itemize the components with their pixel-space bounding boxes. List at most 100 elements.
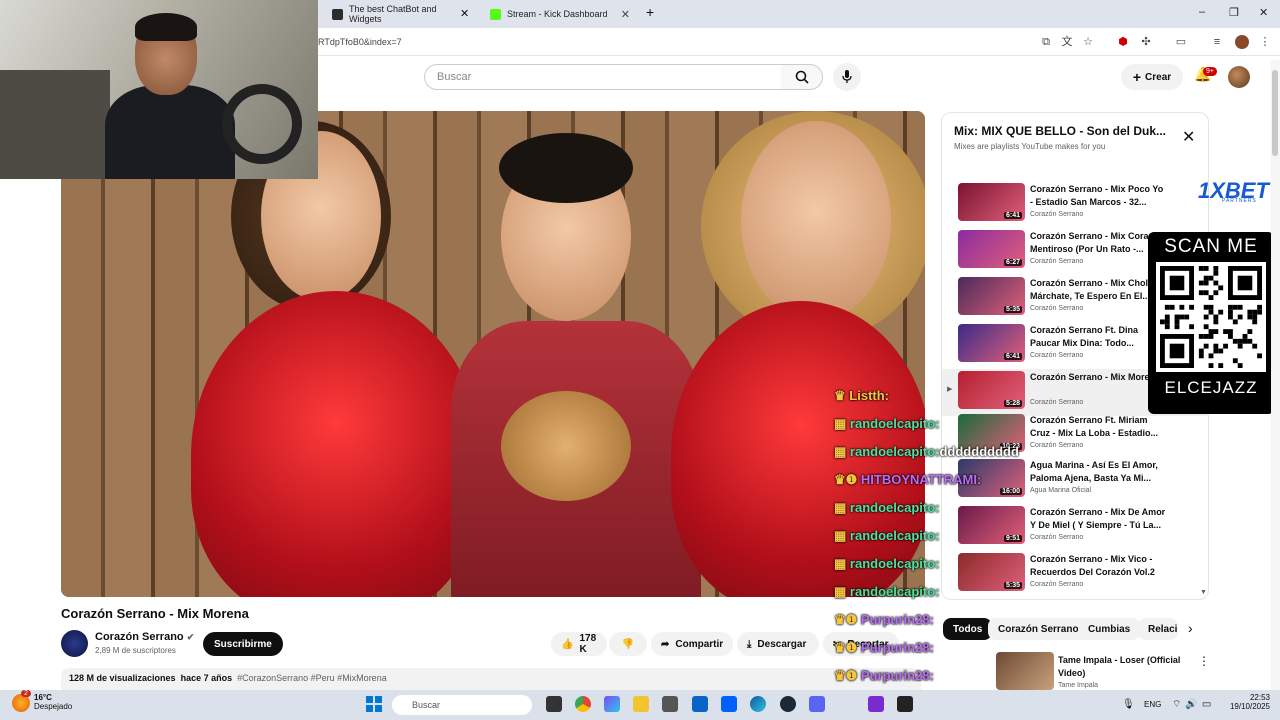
playlist-thumbnail[interactable]: 9:51: [958, 506, 1025, 544]
mix-title[interactable]: Mix: MIX QUE BELLO - Son del Duk...: [954, 124, 1174, 138]
app-icon[interactable]: [868, 696, 884, 712]
chip-related[interactable]: Relaci: [1138, 618, 1178, 640]
taskbar-search-input[interactable]: Buscar: [392, 695, 532, 715]
chat-message: ▦ randoelcapito:dddddddddd: [834, 444, 1019, 460]
close-window-button[interactable]: ✕: [1259, 6, 1268, 19]
chat-username: Purpurin28:: [860, 668, 934, 683]
playlist-thumbnail[interactable]: 6:41: [958, 324, 1025, 362]
close-tab-icon[interactable]: ✕: [621, 8, 630, 21]
playlist-item-title[interactable]: Corazón Serrano Ft. Miriam Cruz - Mix La…: [1030, 414, 1168, 440]
close-tab-icon[interactable]: ✕: [460, 7, 469, 20]
create-button[interactable]: + Crear: [1121, 64, 1183, 90]
windows-start-icon[interactable]: [366, 696, 382, 712]
steam-icon[interactable]: [780, 696, 796, 712]
playlist-thumbnail[interactable]: 5:35: [958, 553, 1025, 591]
playlist-item[interactable]: 16:00 Agua Marina - Así Es El Amor, Palom…: [942, 457, 1208, 504]
edge-icon[interactable]: [750, 696, 766, 712]
file-explorer-icon[interactable]: [633, 696, 649, 712]
voice-search-button[interactable]: [833, 63, 861, 91]
store-icon[interactable]: [662, 696, 678, 712]
scroll-down-icon[interactable]: ▼: [1200, 589, 1207, 596]
chevron-right-icon[interactable]: ›: [1188, 620, 1193, 636]
video-title: Corazón Serrano - Mix Morena: [61, 606, 249, 621]
weather-temp: 16°C: [34, 693, 52, 702]
notification-count-badge: 9+: [1203, 67, 1217, 76]
profile-avatar-icon[interactable]: [1235, 35, 1249, 49]
microphone-icon: [842, 70, 852, 83]
playlist-item-channel: Corazón Serrano: [1030, 352, 1084, 359]
channel-name[interactable]: Corazón Serrano ✔: [95, 631, 194, 643]
obs-icon[interactable]: [897, 696, 913, 712]
microphone-tray-icon[interactable]: 🎙: [1122, 699, 1135, 710]
browser-tab-chatbot[interactable]: The best ChatBot and Widgets: [322, 2, 476, 26]
search-button[interactable]: [781, 64, 823, 90]
chip-corazon-serrano[interactable]: Corazón Serrano: [988, 618, 1089, 640]
url-field[interactable]: RTdpTfoB0&index=7: [318, 37, 402, 47]
copilot-icon[interactable]: [604, 696, 620, 712]
playlist-item-title[interactable]: Corazón Serrano - Mix Poco Yo - Estadio …: [1030, 183, 1168, 209]
account-avatar[interactable]: [1228, 66, 1250, 88]
description-box[interactable]: 128 M de visualizaciones hace 7 años #Co…: [61, 668, 921, 690]
chat-username: HITBOYNATTRAMI:: [860, 472, 982, 487]
new-tab-button[interactable]: +: [646, 4, 654, 20]
browser-menu-icon[interactable]: ⋮: [1258, 35, 1272, 49]
chat-username: randoelcapito:: [849, 528, 940, 543]
more-options-icon[interactable]: ⋮: [1198, 654, 1210, 668]
wifi-volume-battery-icon[interactable]: ⌔🔊▭: [1172, 698, 1215, 711]
streamer: [105, 13, 235, 179]
media-control-icon[interactable]: ≡: [1210, 35, 1224, 49]
discord-icon[interactable]: [809, 696, 825, 712]
dropbox-icon[interactable]: [721, 696, 737, 712]
playlist-item-channel: Corazón Serrano: [1030, 211, 1084, 218]
like-count: 178 K: [579, 633, 597, 655]
playlist-item[interactable]: 6:41 Corazón Serrano - Mix Poco Yo - Esta…: [942, 181, 1208, 228]
system-clock[interactable]: 22:53 19/10/2025: [1226, 693, 1270, 711]
subscribe-button[interactable]: Suscribirme: [203, 632, 283, 656]
bookmark-star-icon[interactable]: ☆: [1081, 35, 1095, 49]
playlist-item-title[interactable]: Agua Marina - Así Es El Amor, Paloma Aje…: [1030, 459, 1168, 485]
download-icon: ⤓: [747, 638, 752, 650]
tab-search-icon[interactable]: ▭: [1174, 35, 1188, 49]
video-duration: 9:51: [1003, 535, 1022, 542]
verified-icon: ✔: [186, 632, 195, 642]
dislike-button[interactable]: 👎: [609, 632, 647, 656]
close-playlist-icon[interactable]: ✕: [1182, 127, 1195, 147]
chip-all[interactable]: Todos: [943, 618, 993, 640]
playlist-item-title[interactable]: Corazón Serrano - Mix Vico - Recuerdos D…: [1030, 553, 1168, 579]
minimize-button[interactable]: –: [1199, 6, 1205, 18]
download-button[interactable]: ⤓ Descargar: [737, 632, 819, 656]
share-button[interactable]: ➦ Compartir: [651, 632, 733, 656]
background-bed: [0, 70, 110, 179]
channel-avatar[interactable]: [61, 630, 88, 657]
language-indicator[interactable]: ENG: [1144, 700, 1161, 709]
extension-adblock-icon[interactable]: ⬢: [1116, 35, 1130, 49]
playlist-item-title[interactable]: Corazón Serrano - Mix De Amor Y De Miel …: [1030, 506, 1168, 532]
like-button[interactable]: 👍 178 K: [551, 632, 607, 656]
scrollbar-thumb[interactable]: [1272, 70, 1278, 156]
recommended-thumbnail[interactable]: [996, 652, 1054, 690]
recommended-title[interactable]: Tame Impala - Loser (Official Video): [1058, 654, 1198, 680]
browser-tab-kick[interactable]: Stream - Kick Dashboard ✕: [480, 2, 640, 26]
hashtags[interactable]: #CorazonSerrano #Peru #MixMorena: [237, 673, 387, 683]
translate-icon[interactable]: 文: [1060, 35, 1074, 49]
playlist-thumbnail[interactable]: 5:28: [958, 371, 1025, 409]
playlist-thumbnail[interactable]: 6:41: [958, 183, 1025, 221]
recommended-channel: Tame Impala: [1058, 682, 1099, 689]
playlist-thumbnail[interactable]: 5:35: [958, 277, 1025, 315]
task-view-icon[interactable]: [546, 696, 562, 712]
maximize-button[interactable]: ❐: [1229, 6, 1239, 19]
playlist-item[interactable]: 9:51 Corazón Serrano - Mix De Amor Y De M…: [942, 504, 1208, 551]
cast-icon[interactable]: ⧉: [1039, 35, 1053, 49]
video-player[interactable]: [61, 111, 925, 597]
playlist-thumbnail[interactable]: 6:27: [958, 230, 1025, 268]
search-input[interactable]: Buscar: [424, 64, 782, 90]
chrome-icon[interactable]: [575, 696, 591, 712]
weather-widget[interactable]: 16°C Despejado: [34, 693, 72, 711]
guitarist-hair: [499, 133, 633, 203]
chip-cumbias[interactable]: Cumbias: [1078, 618, 1141, 640]
extensions-icon[interactable]: ✣: [1139, 35, 1153, 49]
playlist-item[interactable]: 5:35 Corazón Serrano - Mix Vico - Recuerd…: [942, 551, 1208, 598]
outlook-icon[interactable]: [692, 696, 708, 712]
tab-favicon-icon: [332, 8, 343, 20]
playlist-item-channel: Corazón Serrano: [1030, 305, 1084, 312]
